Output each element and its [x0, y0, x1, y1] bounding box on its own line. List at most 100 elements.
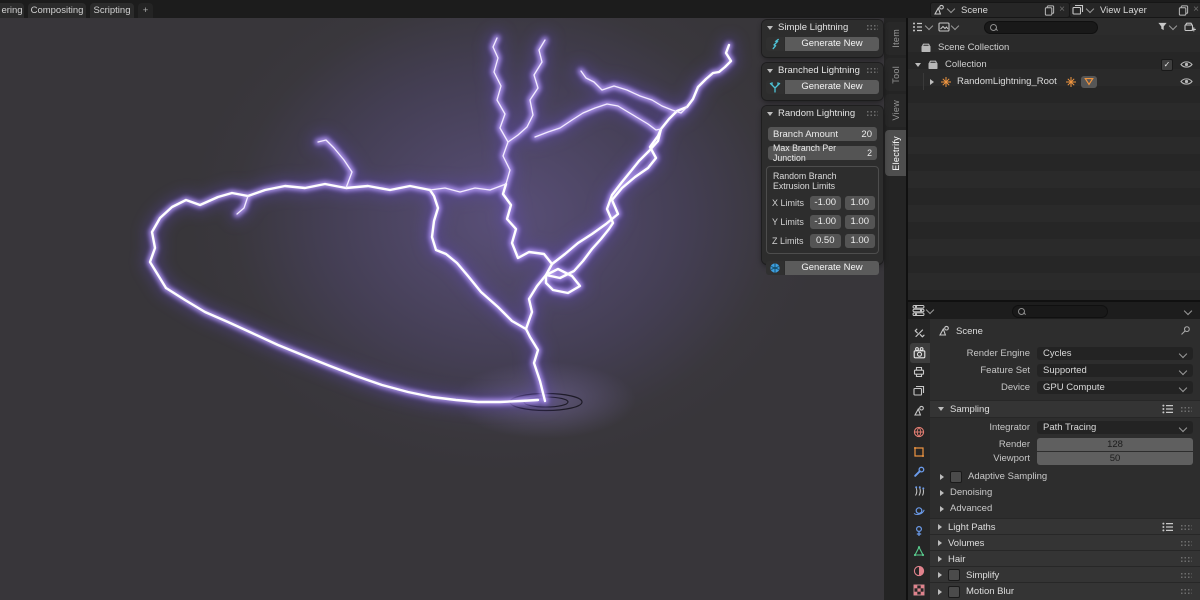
z-limit-min-field[interactable]: 0.50 [810, 234, 841, 248]
x-limit-max-field[interactable]: 1.00 [845, 196, 876, 210]
eye-icon[interactable] [1180, 60, 1193, 69]
max-branch-per-junction-field[interactable]: Max Branch Per Junction 2 [768, 146, 877, 160]
drag-grip-icon[interactable] [866, 24, 878, 31]
view-layer-selector[interactable]: View Layer × [1069, 2, 1200, 18]
branch-amount-field[interactable]: Branch Amount 20 [768, 127, 877, 141]
chevron-down-icon[interactable] [1184, 307, 1192, 315]
panel-header[interactable]: Random Lightning [762, 106, 883, 121]
render-samples-field[interactable]: 128 [1037, 438, 1193, 451]
collection-icon [927, 59, 939, 71]
pin-icon[interactable] [1180, 325, 1191, 336]
expand-caret-icon [938, 556, 942, 562]
viewport-samples-field[interactable]: 50 [1037, 452, 1193, 465]
adaptive-sampling-checkbox[interactable] [950, 471, 962, 483]
drag-grip-icon[interactable] [1180, 572, 1192, 579]
drag-grip-icon[interactable] [1180, 406, 1192, 413]
duplicate-icon[interactable] [1044, 5, 1055, 16]
panel-header[interactable]: Simple Lightning [762, 20, 883, 35]
sampling-panel-header[interactable]: Sampling [930, 400, 1200, 418]
y-limit-min-field[interactable]: -1.00 [810, 215, 841, 229]
outliner-search-input[interactable] [984, 21, 1098, 34]
workspace-tab-compositing[interactable]: Compositing [28, 3, 86, 18]
physics-icon [913, 505, 925, 517]
workspace-tab-rendering[interactable]: ering [0, 3, 24, 18]
outliner-row-collection[interactable]: Collection ✓ [908, 56, 1200, 73]
tab-world[interactable] [911, 424, 927, 440]
presets-list-icon[interactable] [1162, 404, 1174, 414]
editor-divider-vertical[interactable] [906, 18, 908, 600]
z-limit-max-field[interactable]: 1.00 [845, 234, 876, 248]
close-icon[interactable]: × [1191, 4, 1200, 16]
drag-grip-icon[interactable] [866, 67, 878, 74]
tab-view-layer[interactable] [911, 383, 927, 399]
advanced-subpanel[interactable]: Advanced [930, 501, 1200, 516]
tab-label: Electrify [891, 136, 901, 171]
scene-name: Scene [958, 5, 1042, 16]
tab-texture[interactable] [911, 582, 927, 598]
duplicate-icon[interactable] [1178, 5, 1189, 16]
generate-new-button[interactable]: Generate New [784, 261, 879, 275]
y-limit-max-field[interactable]: 1.00 [845, 215, 876, 229]
sidebar-tab-item[interactable]: Item [885, 22, 906, 55]
integrator-select[interactable]: Path Tracing [1037, 421, 1193, 434]
tab-object[interactable] [911, 444, 927, 460]
outliner-row-randomlightning-root[interactable]: RandomLightning_Root [908, 73, 1200, 90]
eye-icon[interactable] [1180, 77, 1193, 86]
drag-grip-icon[interactable] [1180, 556, 1192, 563]
chevron-down-icon [1179, 349, 1187, 357]
tab-material[interactable] [911, 563, 927, 579]
add-workspace-button[interactable]: + [138, 3, 153, 18]
expand-caret-icon[interactable] [915, 63, 921, 67]
workspace-tab-scripting[interactable]: Scripting [90, 3, 134, 18]
scene-selector[interactable]: Scene × [930, 2, 1070, 18]
drag-grip-icon[interactable] [1180, 524, 1192, 531]
drag-grip-icon[interactable] [866, 110, 878, 117]
motion-blur-panel-header[interactable]: Motion Blur [930, 582, 1200, 600]
chevron-down-icon [951, 21, 959, 29]
generate-new-button[interactable]: Generate New [784, 37, 879, 51]
filter-type-dropdown[interactable] [938, 20, 960, 33]
generate-new-button[interactable]: Generate New [784, 80, 879, 94]
empty-data-badge[interactable] [1081, 76, 1097, 88]
tab-object-data[interactable] [911, 543, 927, 559]
feature-set-select[interactable]: Supported [1037, 364, 1193, 377]
tab-particles[interactable] [911, 483, 927, 499]
tab-physics[interactable] [911, 503, 927, 519]
denoising-subpanel[interactable]: Denoising [930, 485, 1200, 500]
display-mode-dropdown[interactable] [912, 20, 934, 33]
sidebar-tab-electrify[interactable]: Electrify [885, 130, 906, 176]
adaptive-sampling-subpanel[interactable]: Adaptive Sampling [930, 469, 1200, 484]
properties-search-input[interactable] [1012, 305, 1108, 318]
drag-grip-icon[interactable] [1180, 588, 1192, 595]
new-collection-button[interactable] [1184, 20, 1196, 33]
outliner-row-scene-collection[interactable]: Scene Collection [908, 39, 1200, 56]
collection-checkbox[interactable]: ✓ [1161, 59, 1173, 71]
sidebar-tab-view[interactable]: View [885, 94, 906, 127]
render-engine-select[interactable]: Cycles [1037, 347, 1193, 360]
panel-header[interactable]: Branched Lightning [762, 63, 883, 78]
tab-modifiers[interactable] [911, 464, 927, 480]
tab-constraints[interactable] [911, 523, 927, 539]
presets-list-icon[interactable] [1162, 522, 1174, 532]
tab-render[interactable] [911, 345, 927, 361]
motion-blur-checkbox[interactable] [948, 586, 960, 598]
tab-output[interactable] [911, 364, 927, 380]
workspace-tab-label: Scripting [94, 5, 131, 16]
outliner-toolbar [908, 18, 1200, 36]
tab-scene[interactable] [911, 403, 927, 419]
x-limit-min-field[interactable]: -1.00 [810, 196, 841, 210]
constraint-icon [913, 525, 925, 537]
tab-label: View [891, 100, 901, 121]
editor-divider-horizontal[interactable] [908, 300, 1200, 302]
close-icon[interactable]: × [1057, 4, 1067, 16]
editor-type-dropdown[interactable] [912, 304, 935, 317]
drag-grip-icon[interactable] [1180, 540, 1192, 547]
tab-tool[interactable] [911, 325, 927, 341]
sidebar-tab-tool[interactable]: Tool [885, 58, 906, 91]
panel-title: Branched Lightning [778, 65, 860, 76]
expand-caret-icon [940, 506, 944, 512]
simplify-checkbox[interactable] [948, 569, 960, 581]
expand-caret-icon[interactable] [930, 79, 934, 85]
filter-dropdown[interactable] [1157, 20, 1178, 33]
device-select[interactable]: GPU Compute [1037, 381, 1193, 394]
